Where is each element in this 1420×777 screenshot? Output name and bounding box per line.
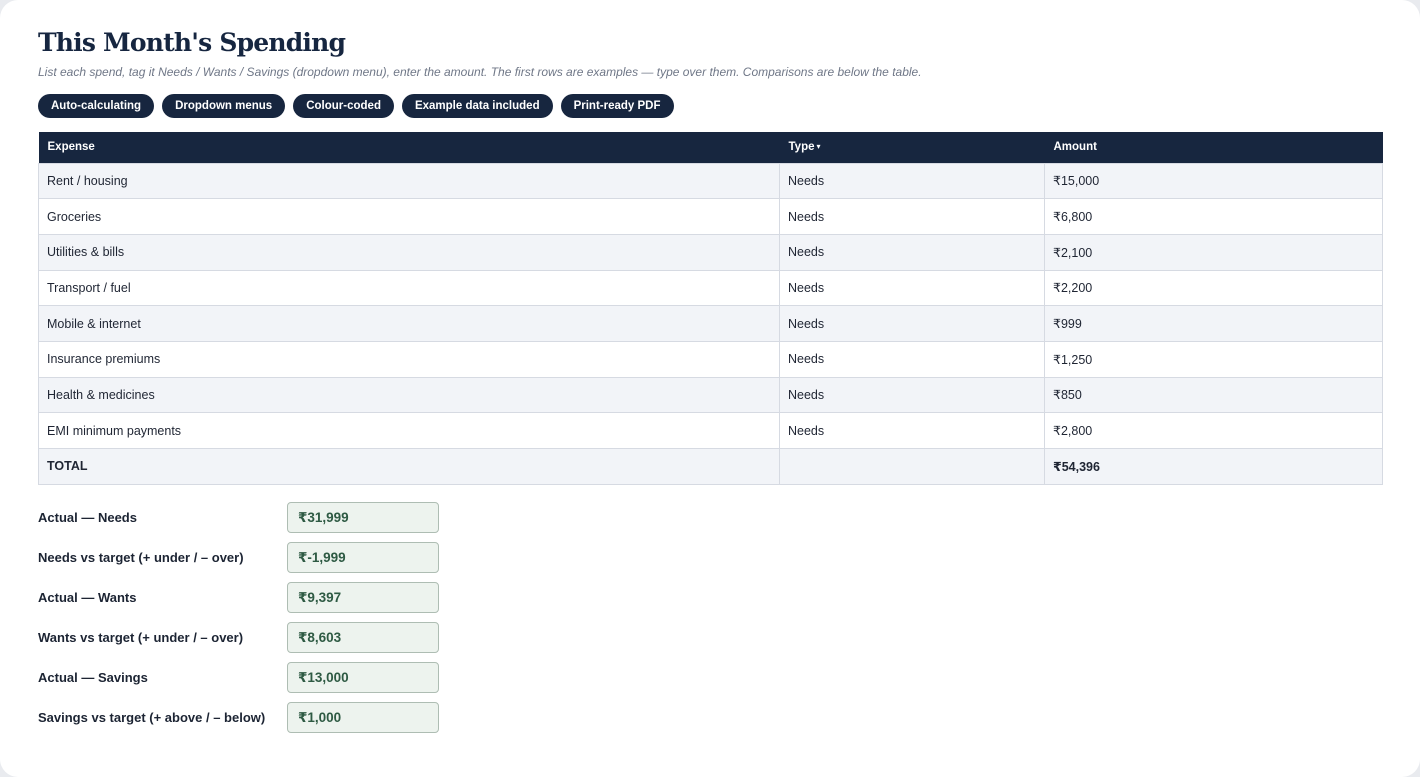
table-row: Insurance premiums Needs ₹1,250: [38, 340, 1383, 378]
type-dropdown-cell[interactable]: Needs: [779, 162, 1045, 200]
chip-dropdown-menus[interactable]: Dropdown menus: [162, 94, 286, 118]
column-header-expense: Expense: [38, 132, 780, 163]
summary-label: Actual — Savings: [38, 670, 148, 685]
chip-example-data[interactable]: Example data included: [401, 94, 553, 118]
summary-row-wants-vs-target: Wants vs target (+ under / – over) ₹8,60…: [38, 622, 439, 653]
amount-cell[interactable]: ₹6,800: [1044, 198, 1383, 235]
table-row: Utilities & bills Needs ₹2,100: [38, 233, 1383, 271]
summary-label: Actual — Wants: [38, 590, 137, 605]
summary-value: ₹-1,999: [287, 542, 439, 573]
spending-sheet-card: This Month's Spending List each spend, t…: [0, 0, 1420, 777]
comparison-summary: Actual — Needs ₹31,999 Needs vs target (…: [38, 502, 439, 742]
amount-cell[interactable]: ₹999: [1044, 305, 1383, 342]
type-dropdown-cell[interactable]: Needs: [779, 376, 1045, 414]
type-dropdown-cell[interactable]: Needs: [779, 305, 1045, 342]
chip-auto-calculating[interactable]: Auto-calculating: [38, 94, 155, 118]
chip-colour-coded[interactable]: Colour-coded: [293, 94, 394, 118]
summary-label: Wants vs target (+ under / – over): [38, 630, 244, 645]
total-label: TOTAL: [38, 448, 780, 485]
table-row: Rent / housing Needs ₹15,000: [38, 162, 1383, 200]
type-dropdown-cell[interactable]: Needs: [779, 198, 1045, 235]
table-row: Transport / fuel Needs ₹2,200: [38, 269, 1383, 307]
summary-value: ₹31,999: [287, 502, 439, 533]
amount-cell[interactable]: ₹1,250: [1044, 340, 1383, 378]
table-header-row: Expense Type ▾ Amount: [38, 132, 1383, 163]
table-row: Groceries Needs ₹6,800: [38, 198, 1383, 235]
amount-cell[interactable]: ₹2,800: [1044, 412, 1383, 449]
summary-value: ₹8,603: [287, 622, 439, 653]
expense-cell[interactable]: Groceries: [38, 198, 780, 235]
column-header-type-label: Type: [788, 141, 815, 154]
column-header-amount: Amount: [1044, 132, 1383, 163]
summary-label: Savings vs target (+ above / – below): [38, 710, 266, 725]
summary-row-actual-wants: Actual — Wants ₹9,397: [38, 582, 439, 613]
table-row: Mobile & internet Needs ₹999: [38, 305, 1383, 342]
summary-value: ₹13,000: [287, 662, 439, 693]
amount-cell[interactable]: ₹2,200: [1044, 269, 1383, 307]
summary-row-actual-needs: Actual — Needs ₹31,999: [38, 502, 439, 533]
type-dropdown-cell[interactable]: Needs: [779, 233, 1045, 271]
total-type-cell: [779, 448, 1045, 485]
dropdown-caret-icon[interactable]: ▾: [817, 142, 821, 151]
summary-row-savings-vs-target: Savings vs target (+ above / – below) ₹1…: [38, 702, 439, 733]
type-dropdown-cell[interactable]: Needs: [779, 340, 1045, 378]
expense-cell[interactable]: Insurance premiums: [38, 340, 780, 378]
amount-cell[interactable]: ₹15,000: [1044, 162, 1383, 200]
expense-cell[interactable]: Rent / housing: [38, 162, 780, 200]
page-subtitle: List each spend, tag it Needs / Wants / …: [38, 65, 922, 79]
spending-table: Expense Type ▾ Amount Rent / housing Need…: [38, 132, 1383, 485]
table-row: EMI minimum payments Needs ₹2,800: [38, 412, 1383, 449]
column-header-type[interactable]: Type ▾: [779, 132, 1045, 163]
amount-cell[interactable]: ₹2,100: [1044, 233, 1383, 271]
summary-row-actual-savings: Actual — Savings ₹13,000: [38, 662, 439, 693]
expense-cell[interactable]: Health & medicines: [38, 376, 780, 414]
total-row: TOTAL ₹54,396: [38, 448, 1383, 485]
feature-chips: Auto-calculating Dropdown menus Colour-c…: [38, 94, 674, 118]
page-title: This Month's Spending: [38, 28, 346, 57]
table-row: Health & medicines Needs ₹850: [38, 376, 1383, 414]
chip-print-ready-pdf[interactable]: Print-ready PDF: [560, 94, 674, 118]
summary-label: Actual — Needs: [38, 510, 137, 525]
summary-label: Needs vs target (+ under / – over): [38, 550, 244, 565]
expense-cell[interactable]: Transport / fuel: [38, 269, 780, 307]
expense-cell[interactable]: EMI minimum payments: [38, 412, 780, 449]
type-dropdown-cell[interactable]: Needs: [779, 269, 1045, 307]
total-amount: ₹54,396: [1044, 448, 1383, 485]
amount-cell[interactable]: ₹850: [1044, 376, 1383, 414]
summary-value: ₹1,000: [287, 702, 439, 733]
summary-value: ₹9,397: [287, 582, 439, 613]
expense-cell[interactable]: Mobile & internet: [38, 305, 780, 342]
expense-cell[interactable]: Utilities & bills: [38, 233, 780, 271]
type-dropdown-cell[interactable]: Needs: [779, 412, 1045, 449]
summary-row-needs-vs-target: Needs vs target (+ under / – over) ₹-1,9…: [38, 542, 439, 573]
